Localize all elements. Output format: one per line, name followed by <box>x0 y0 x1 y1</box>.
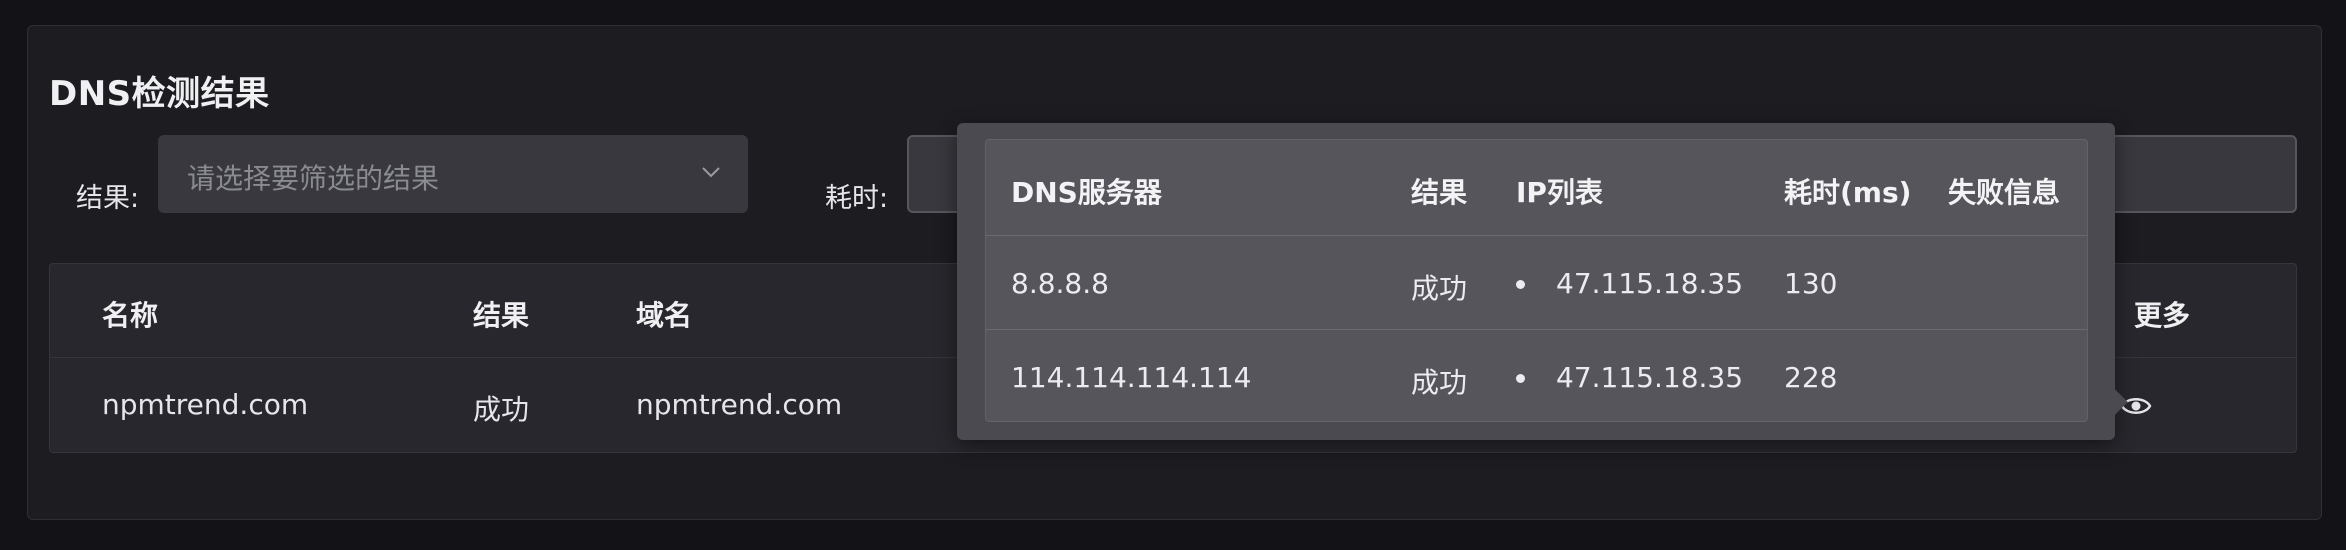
header-error-info: 失败信息 <box>1948 176 2061 209</box>
header-more: 更多 <box>2134 299 2191 332</box>
header-time-ms: 耗时(ms) <box>1784 176 1912 209</box>
chevron-down-icon <box>702 167 720 178</box>
header-result: 结果 <box>473 299 530 332</box>
result-filter-select[interactable]: 请选择要筛选的结果 <box>158 135 748 213</box>
dns-detail-popover: DNS服务器 结果 IP列表 耗时(ms) 失败信息 8.8.8.8 成功 47… <box>957 123 2128 440</box>
popover-row: 114.114.114.114 成功 47.115.18.35 228 <box>986 330 2087 421</box>
popover-header-row: DNS服务器 结果 IP列表 耗时(ms) 失败信息 <box>986 140 2087 236</box>
page-title: DNS检测结果 <box>49 74 270 114</box>
header-name: 名称 <box>102 299 159 332</box>
dns-server-value: 114.114.114.114 <box>1011 361 1252 394</box>
result-value: 成功 <box>1411 272 1468 305</box>
row-domain: npmtrend.com <box>636 388 843 421</box>
result-value: 成功 <box>1411 366 1468 399</box>
popover-row: 8.8.8.8 成功 47.115.18.35 130 <box>986 236 2087 330</box>
header-dns-server: DNS服务器 <box>1011 176 1162 209</box>
result-filter-label: 结果: <box>76 183 140 214</box>
row-result: 成功 <box>473 393 530 426</box>
header-domain: 域名 <box>636 299 693 332</box>
dns-server-value: 8.8.8.8 <box>1011 267 1109 300</box>
header-ip-list: IP列表 <box>1516 176 1603 209</box>
time-value: 228 <box>1784 361 1838 394</box>
bullet-icon <box>1516 280 1525 289</box>
time-value: 130 <box>1784 267 1838 300</box>
ip-value: 47.115.18.35 <box>1556 267 1744 300</box>
result-filter-placeholder: 请选择要筛选的结果 <box>187 162 440 195</box>
header-popover-result: 结果 <box>1411 176 1468 209</box>
dns-detail-table: DNS服务器 结果 IP列表 耗时(ms) 失败信息 8.8.8.8 成功 47… <box>985 139 2088 422</box>
row-name: npmtrend.com <box>102 388 309 421</box>
eye-icon[interactable] <box>2120 394 2152 418</box>
ip-value: 47.115.18.35 <box>1556 361 1744 394</box>
time-filter-label: 耗时: <box>825 183 889 214</box>
bullet-icon <box>1516 374 1525 383</box>
